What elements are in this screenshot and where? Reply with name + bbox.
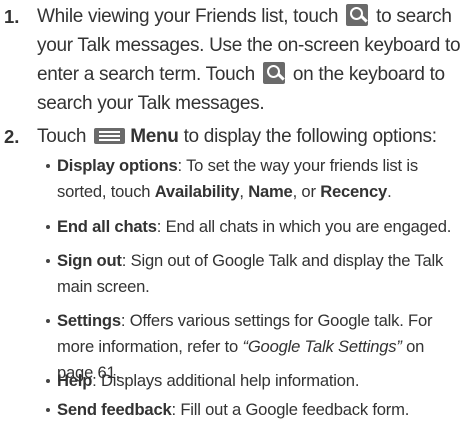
manual-page: 1. While viewing your Friends list, touc… bbox=[0, 0, 464, 424]
step-text: Touch Menu to display the following opti… bbox=[37, 122, 462, 151]
search-icon bbox=[262, 62, 285, 84]
option-term: Settings bbox=[57, 311, 121, 330]
step-number: 1. bbox=[4, 6, 20, 27]
option-choice: Recency bbox=[320, 182, 388, 201]
bullet bbox=[46, 225, 50, 229]
menu-icon bbox=[94, 128, 126, 144]
option-term: End all chats bbox=[57, 217, 157, 236]
option-term: Help bbox=[57, 371, 93, 390]
step-text-part: While viewing your Friends list, touch bbox=[37, 6, 339, 27]
step-number: 2. bbox=[4, 126, 20, 147]
step-text-part: Touch bbox=[37, 126, 87, 147]
bullet bbox=[46, 164, 50, 168]
step-text-part: to display the following options: bbox=[183, 126, 437, 147]
option-term: Sign out bbox=[57, 251, 122, 270]
bullet bbox=[46, 259, 50, 263]
option-term: Display options bbox=[57, 156, 178, 175]
option-term: Send feedback bbox=[57, 400, 172, 419]
bullet bbox=[46, 319, 50, 323]
search-icon bbox=[346, 4, 369, 26]
step-text: While viewing your Friends list, touch t… bbox=[37, 2, 462, 118]
option-choice: Availability bbox=[154, 182, 240, 201]
menu-label: Menu bbox=[130, 126, 179, 147]
bullet bbox=[46, 408, 50, 412]
bullet bbox=[46, 379, 50, 383]
cross-reference: “Google Talk Settings” bbox=[242, 337, 402, 356]
option-choice: Name bbox=[248, 182, 293, 201]
